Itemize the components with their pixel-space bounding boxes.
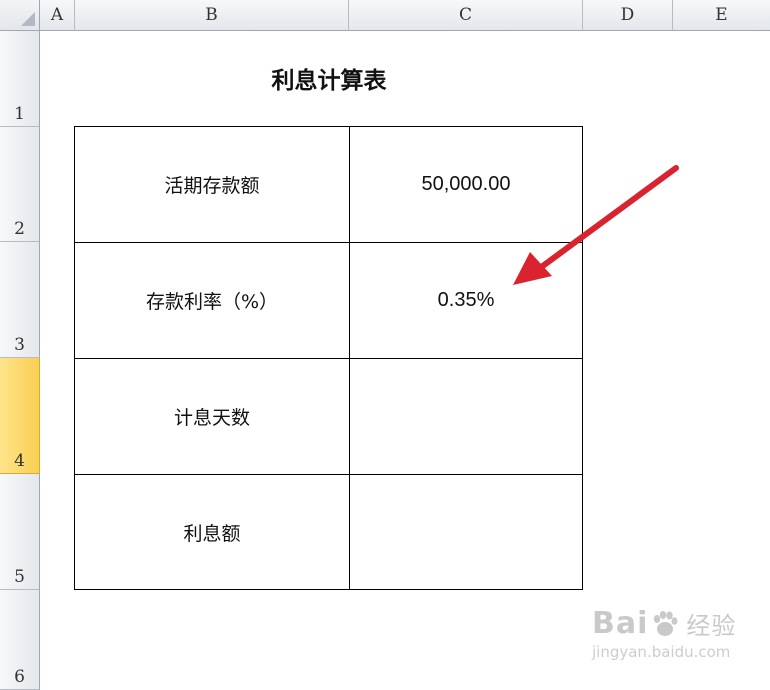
column-header-a[interactable]: A xyxy=(40,0,75,31)
cell-label-interest-rate[interactable]: 存款利率（%） xyxy=(74,242,350,359)
watermark-brand-left: Bai xyxy=(592,606,649,641)
select-all-corner[interactable] xyxy=(0,0,40,31)
watermark-brand-right: 经验 xyxy=(686,612,737,640)
row-header-3[interactable]: 3 xyxy=(0,242,40,358)
cell-value-interest-days[interactable] xyxy=(349,358,583,475)
row-header-4[interactable]: 4 xyxy=(0,358,40,474)
sheet-title[interactable]: 利息计算表 xyxy=(75,58,583,98)
spreadsheet: A B C D E 1 2 3 4 5 6 利息计算表 活期存款额 50,000… xyxy=(0,0,770,690)
column-header-c[interactable]: C xyxy=(349,0,583,31)
column-header-e[interactable]: E xyxy=(673,0,770,31)
cell-label-interest-amount[interactable]: 利息额 xyxy=(74,474,350,590)
select-all-triangle-icon xyxy=(21,12,35,26)
cell-value-deposit-amount[interactable]: 50,000.00 xyxy=(349,126,583,243)
column-header-b[interactable]: B xyxy=(75,0,349,31)
cell-label-interest-days[interactable]: 计息天数 xyxy=(74,358,350,475)
baidu-jingyan-watermark: Bai 经验 jingyan.baidu.com xyxy=(592,606,762,681)
column-header-d[interactable]: D xyxy=(583,0,673,31)
watermark-url: jingyan.baidu.com xyxy=(592,643,731,661)
cell-value-interest-rate[interactable]: 0.35% xyxy=(349,242,583,359)
row-header-6[interactable]: 6 xyxy=(0,590,40,690)
row-header-2[interactable]: 2 xyxy=(0,127,40,242)
paw-icon xyxy=(654,610,678,636)
cell-value-interest-amount[interactable] xyxy=(349,474,583,590)
row-header-5[interactable]: 5 xyxy=(0,474,40,590)
row-header-1[interactable]: 1 xyxy=(0,31,40,127)
cell-label-deposit-amount[interactable]: 活期存款额 xyxy=(74,126,350,243)
watermark-logo: Bai 经验 xyxy=(592,606,762,641)
